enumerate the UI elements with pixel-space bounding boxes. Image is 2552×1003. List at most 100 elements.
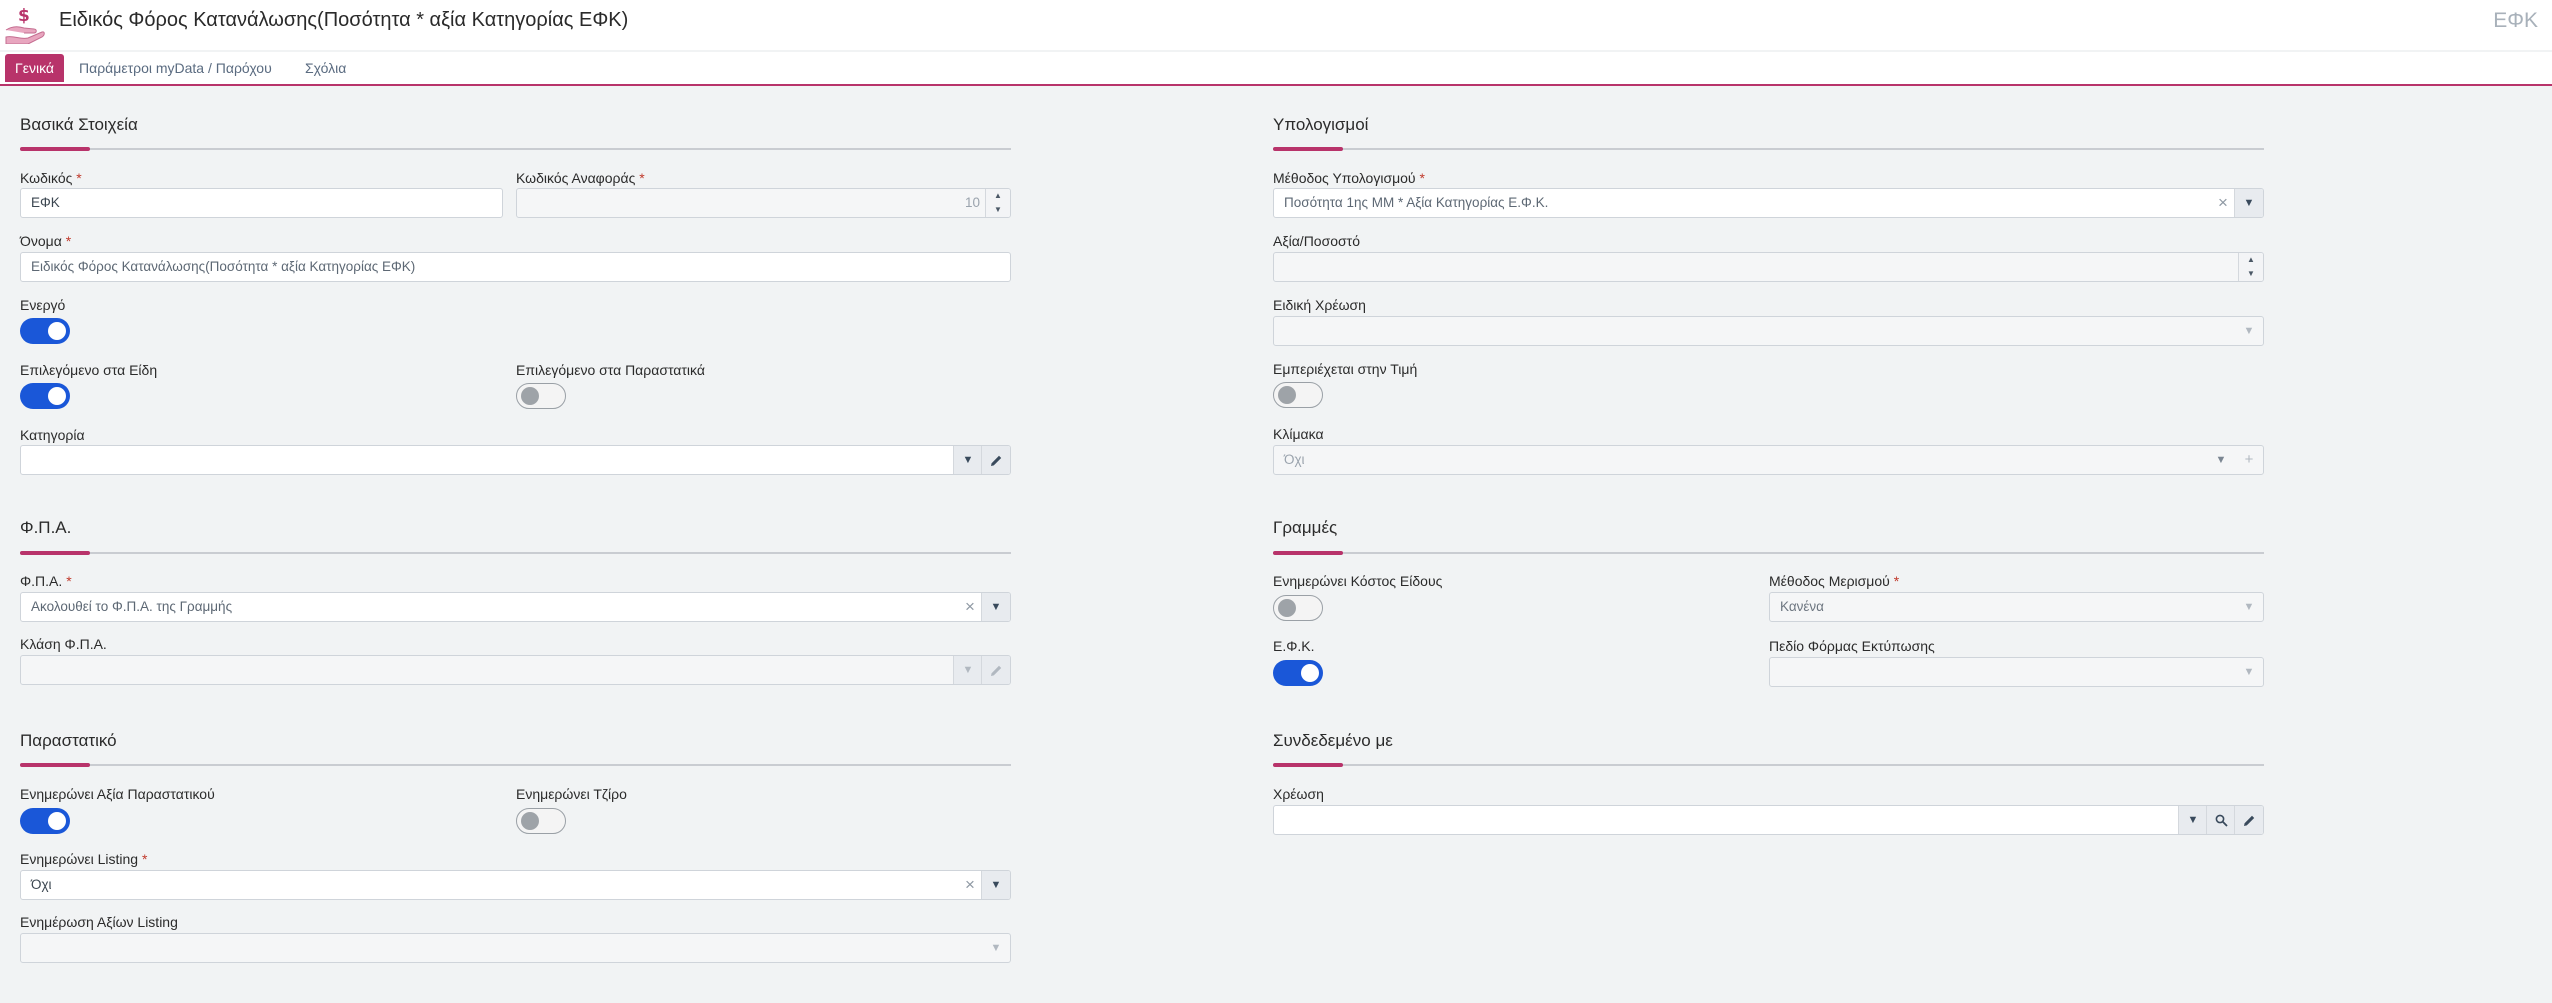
updates-cost-toggle[interactable] — [1273, 595, 1323, 621]
listing-values-select[interactable]: ▼ — [20, 933, 1011, 963]
section-divider — [1273, 551, 2264, 555]
caret-down-icon[interactable]: ▼ — [981, 593, 1010, 621]
default-items-label: Επιλεγόμενο στα Είδη — [20, 362, 158, 378]
updates-turnover-label: Ενημερώνει Τζίρο — [516, 786, 627, 802]
section-title-document: Παραστατικό — [20, 731, 117, 750]
included-in-price-toggle[interactable] — [1273, 382, 1323, 408]
section-divider — [1273, 147, 2264, 151]
code-label: Κωδικός * — [20, 170, 82, 186]
default-items-toggle[interactable] — [20, 383, 70, 409]
value-pct-stepper[interactable]: ▲ ▼ — [1273, 252, 2264, 282]
caret-down-icon[interactable]: ▼ — [953, 446, 982, 474]
efk-toggle[interactable] — [1273, 660, 1323, 686]
section-title-basic: Βασικά Στοιχεία — [20, 115, 138, 134]
svg-text:$: $ — [18, 6, 30, 26]
tab-comments[interactable]: Σχόλια — [295, 54, 356, 82]
section-divider — [20, 147, 1011, 151]
spin-down-icon[interactable]: ▼ — [986, 203, 1010, 217]
vat-class-select[interactable]: ▼ — [20, 655, 1011, 685]
caret-down-icon[interactable]: ▼ — [2235, 593, 2263, 621]
updates-turnover-toggle[interactable] — [516, 808, 566, 834]
updates-doc-value-toggle[interactable] — [20, 808, 70, 834]
code-input[interactable]: ΕΦΚ — [20, 188, 503, 218]
toggle-knob — [1278, 599, 1296, 617]
tab-mydata-parameters[interactable]: Παράμετροι myData / Παρόχου — [69, 54, 282, 82]
special-charge-select[interactable]: ▼ — [1273, 316, 2264, 346]
magnifier-icon[interactable] — [2206, 806, 2235, 834]
caret-down-icon[interactable]: ▼ — [2235, 658, 2263, 686]
spin-up-icon[interactable]: ▲ — [986, 189, 1010, 203]
print-field-select[interactable]: ▼ — [1769, 657, 2264, 687]
efk-label: Ε.Φ.Κ. — [1273, 638, 1315, 654]
pencil-icon[interactable] — [2234, 806, 2263, 834]
number-spinner[interactable]: ▲ ▼ — [2238, 253, 2263, 281]
ref-code-stepper[interactable]: 10 ▲ ▼ — [516, 188, 1011, 218]
section-title-calculations: Υπολογισμοί — [1273, 115, 1369, 134]
clear-x-icon[interactable]: × — [960, 871, 980, 899]
name-input[interactable]: Ειδικός Φόρος Κατανάλωσης(Ποσότητα * αξί… — [20, 252, 1011, 282]
caret-down-icon[interactable]: ▼ — [2207, 446, 2235, 474]
tab-general[interactable]: Γενικά — [5, 54, 64, 82]
special-charge-label: Ειδική Χρέωση — [1273, 297, 1366, 313]
page-header: $ Ειδικός Φόρος Κατανάλωσης(Ποσότητα * α… — [0, 0, 2552, 50]
toggle-knob — [48, 322, 66, 340]
updates-listing-select[interactable]: Όχι × ▼ — [20, 870, 1011, 900]
clear-x-icon[interactable]: × — [960, 593, 980, 621]
scale-select[interactable]: Όχι ▼ + — [1273, 445, 2264, 475]
toggle-knob — [521, 812, 539, 830]
updates-cost-label: Ενημερώνει Κόστος Είδους — [1273, 573, 1443, 589]
pencil-icon[interactable] — [981, 446, 1010, 474]
name-label: Όνομα * — [20, 233, 72, 249]
category-label: Κατηγορία — [20, 427, 85, 443]
toggle-knob — [48, 387, 66, 405]
default-docs-label: Επιλεγόμενο στα Παραστατικά — [516, 362, 705, 378]
toggle-knob — [521, 387, 539, 405]
spin-up-icon[interactable]: ▲ — [2239, 253, 2263, 267]
vat-class-label: Κλάση Φ.Π.Α. — [20, 636, 107, 652]
charge-select[interactable]: ▼ — [1273, 805, 2264, 835]
scale-label: Κλίμακα — [1273, 426, 1324, 442]
hand-money-icon: $ — [5, 6, 45, 44]
active-label: Ενεργό — [20, 297, 66, 313]
updates-doc-value-label: Ενημερώνει Αξία Παραστατικού — [20, 786, 215, 802]
default-docs-toggle[interactable] — [516, 383, 566, 409]
toggle-knob — [1278, 386, 1296, 404]
toggle-knob — [1301, 664, 1319, 682]
ref-code-value: 10 — [964, 195, 980, 210]
print-field-label: Πεδίο Φόρμας Εκτύπωσης — [1769, 638, 1935, 654]
caret-down-icon[interactable]: ▼ — [982, 934, 1010, 962]
allocation-method-label: Μέθοδος Μερισμού * — [1769, 573, 1900, 589]
number-spinner[interactable]: ▲ ▼ — [985, 189, 1010, 217]
value-pct-label: Αξία/Ποσοστό — [1273, 233, 1360, 249]
tab-bar: Γενικά Παράμετροι myData / Παρόχου Σχόλι… — [0, 52, 2552, 86]
plus-icon[interactable]: + — [2235, 446, 2263, 474]
charge-label: Χρέωση — [1273, 786, 1324, 802]
spin-down-icon[interactable]: ▼ — [2239, 267, 2263, 281]
section-divider — [1273, 763, 2264, 767]
caret-down-icon[interactable]: ▼ — [2178, 806, 2207, 834]
section-divider — [20, 763, 1011, 767]
vat-select[interactable]: Ακολουθεί το Φ.Π.Α. της Γραμμής × ▼ — [20, 592, 1011, 622]
section-title-lines: Γραμμές — [1273, 518, 1338, 537]
active-toggle[interactable] — [20, 318, 70, 344]
included-in-price-label: Εμπεριέχεται στην Τιμή — [1273, 361, 1418, 377]
calc-method-select[interactable]: Ποσότητα 1ης ΜΜ * Αξία Κατηγορίας Ε.Φ.Κ.… — [1273, 188, 2264, 218]
vat-label: Φ.Π.Α. * — [20, 573, 72, 589]
ref-code-label: Κωδικός Αναφοράς * — [516, 170, 645, 186]
caret-down-icon[interactable]: ▼ — [953, 656, 982, 684]
section-title-linked: Συνδεδεμένο με — [1273, 731, 1393, 750]
listing-values-label: Ενημέρωση Αξίων Listing — [20, 914, 178, 930]
calc-method-label: Μέθοδος Υπολογισμού * — [1273, 170, 1425, 186]
clear-x-icon[interactable]: × — [2213, 189, 2233, 217]
pencil-icon[interactable] — [981, 656, 1010, 684]
section-title-vat: Φ.Π.Α. — [20, 518, 72, 537]
caret-down-icon[interactable]: ▼ — [981, 871, 1010, 899]
allocation-method-select[interactable]: Κανένα ▼ — [1769, 592, 2264, 622]
updates-listing-label: Ενημερώνει Listing * — [20, 851, 148, 867]
page-title: Ειδικός Φόρος Κατανάλωσης(Ποσότητα * αξί… — [59, 9, 629, 31]
caret-down-icon[interactable]: ▼ — [2235, 317, 2263, 345]
record-code: ΕΦΚ — [2493, 9, 2538, 32]
section-divider — [20, 551, 1011, 555]
category-select[interactable]: ▼ — [20, 445, 1011, 475]
caret-down-icon[interactable]: ▼ — [2234, 189, 2263, 217]
